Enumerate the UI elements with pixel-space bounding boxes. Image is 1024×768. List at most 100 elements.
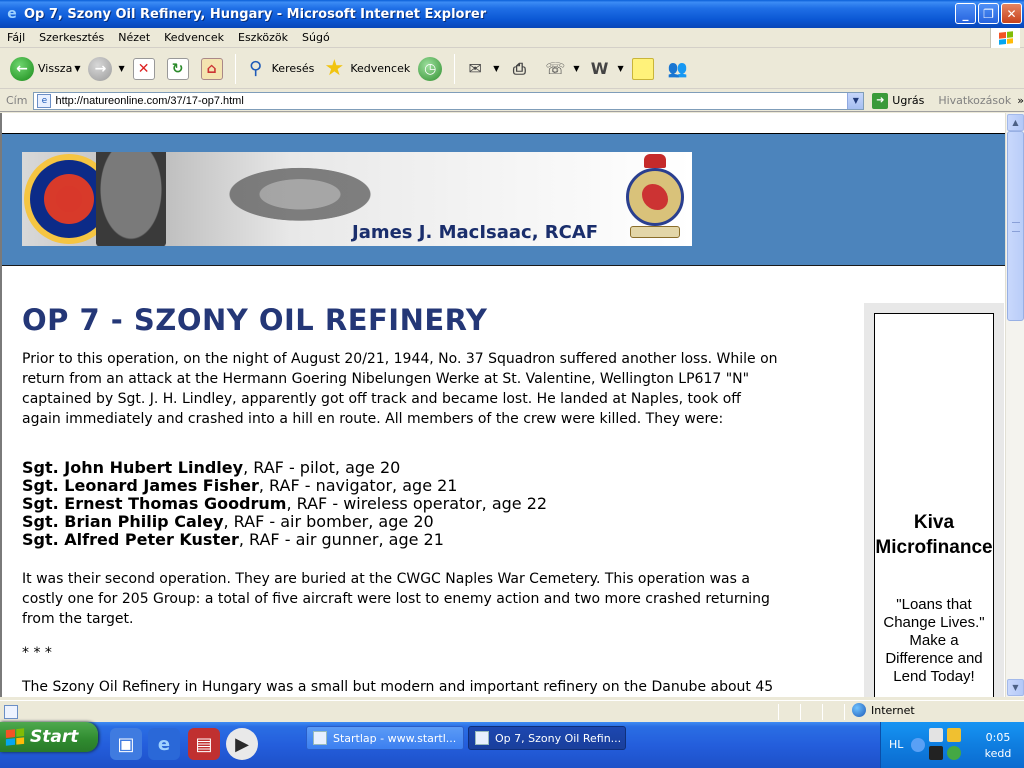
restore-button[interactable]: ❐ bbox=[978, 3, 999, 24]
address-input[interactable]: e http://natureonline.com/37/17-op7.html… bbox=[33, 91, 865, 110]
crew-member: Sgt. Alfred Peter Kuster, RAF - air gunn… bbox=[22, 531, 782, 549]
kiva-ad[interactable]: Kiva Microfinance "Loans that Change Liv… bbox=[874, 313, 994, 697]
history-button[interactable]: ◷ bbox=[414, 52, 450, 86]
status-separator bbox=[822, 704, 823, 720]
tray-sync-icon[interactable] bbox=[947, 746, 961, 760]
crew-name: Sgt. Alfred Peter Kuster bbox=[22, 530, 239, 549]
banner-band: James J. MacIsaac, RCAF bbox=[2, 134, 1005, 266]
messenger-icon: ☏ bbox=[545, 59, 566, 78]
menu-bar: Fájl Szerkesztés Nézet Kedvencek Eszközö… bbox=[0, 28, 1024, 48]
window-title-bar[interactable]: e Op 7, Szony Oil Refinery, Hungary - Mi… bbox=[0, 0, 1024, 28]
section-separator: * * * bbox=[22, 645, 52, 661]
mail-dropdown-icon[interactable]: ▼ bbox=[493, 64, 499, 73]
page-icon bbox=[475, 731, 489, 745]
edit-button[interactable]: W ▼ bbox=[584, 52, 628, 86]
crew-detail: , RAF - pilot, age 20 bbox=[243, 458, 401, 477]
favorites-button[interactable]: ★ Kedvencek bbox=[318, 52, 414, 86]
crew-name: Sgt. Ernest Thomas Goodrum bbox=[22, 494, 287, 513]
clock-time: 0:05 bbox=[985, 731, 1011, 744]
ad-text[interactable]: "Loans that Change Lives." Make a Differ… bbox=[877, 596, 991, 686]
back-button[interactable]: ← Vissza ▼ bbox=[6, 52, 84, 86]
tray-expand-icon[interactable] bbox=[911, 738, 925, 752]
forward-arrow-icon: → bbox=[88, 56, 113, 81]
menu-view[interactable]: Nézet bbox=[111, 31, 157, 44]
taskbar: Start ▣ e ▤ ▶ Startlap - www.startl... O… bbox=[0, 722, 1024, 768]
print-button[interactable]: ⎙ bbox=[503, 52, 539, 86]
scroll-thumb[interactable] bbox=[1007, 131, 1024, 321]
page-icon bbox=[313, 731, 327, 745]
crew-name: Sgt. Leonard James Fisher bbox=[22, 476, 259, 495]
standard-toolbar: ← Vissza ▼ → ▼ ✕ ↻ ⌂ ⚲ Keresés ★ Kedvenc… bbox=[0, 49, 1024, 89]
menu-tools[interactable]: Eszközök bbox=[231, 31, 295, 44]
network-icon[interactable] bbox=[929, 728, 943, 742]
windows-logo-icon bbox=[5, 728, 25, 746]
contacts-button[interactable]: 👥 bbox=[662, 52, 698, 86]
internet-explorer-icon[interactable]: e bbox=[148, 728, 180, 760]
crew-name: Sgt. John Hubert Lindley bbox=[22, 458, 244, 477]
start-button[interactable]: Start bbox=[0, 722, 98, 752]
links-label[interactable]: Hivatkozások bbox=[938, 94, 1011, 107]
search-button[interactable]: ⚲ Keresés bbox=[240, 52, 319, 86]
toolbar-separator bbox=[234, 53, 236, 84]
address-label: Cím bbox=[6, 94, 28, 107]
crew-detail: , RAF - air bomber, age 20 bbox=[223, 512, 434, 531]
address-bar: Cím e http://natureonline.com/37/17-op7.… bbox=[0, 90, 1024, 112]
mail-button[interactable]: ✉ ▼ bbox=[459, 52, 503, 86]
floppy-app-icon[interactable]: ▤ bbox=[188, 728, 220, 760]
media-player-icon[interactable]: ▶ bbox=[226, 728, 258, 760]
messenger-dropdown-icon[interactable]: ▼ bbox=[573, 64, 579, 73]
address-dropdown-icon[interactable]: ▼ bbox=[847, 92, 864, 109]
sticky-note-icon bbox=[631, 57, 654, 80]
crew-list: Sgt. John Hubert Lindley, RAF - pilot, a… bbox=[22, 459, 782, 549]
menu-file[interactable]: Fájl bbox=[0, 31, 32, 44]
language-indicator[interactable]: HL bbox=[889, 738, 903, 751]
word-edit-icon: W bbox=[590, 59, 609, 78]
start-label: Start bbox=[30, 727, 79, 747]
windows-logo-icon bbox=[990, 28, 1020, 48]
chevron-right-icon[interactable]: » bbox=[1017, 94, 1024, 107]
scroll-down-icon[interactable]: ▼ bbox=[1007, 679, 1024, 696]
stop-button[interactable]: ✕ bbox=[129, 52, 163, 86]
taskbar-item-op7[interactable]: Op 7, Szony Oil Refin... bbox=[468, 726, 626, 750]
crew-member: Sgt. John Hubert Lindley, RAF - pilot, a… bbox=[22, 459, 782, 477]
menu-edit[interactable]: Szerkesztés bbox=[32, 31, 111, 44]
tray-app-icon[interactable] bbox=[929, 746, 943, 760]
printer-icon: ⎙ bbox=[512, 58, 526, 78]
menu-help[interactable]: Súgó bbox=[295, 31, 337, 44]
header-banner-image: James J. MacIsaac, RCAF bbox=[22, 152, 692, 246]
security-alert-icon[interactable] bbox=[947, 728, 961, 742]
refresh-button[interactable]: ↻ bbox=[163, 52, 197, 86]
forward-button[interactable]: → ▼ bbox=[84, 52, 128, 86]
ad-title[interactable]: Kiva Microfinance bbox=[875, 510, 993, 560]
intro-paragraph: Prior to this operation, on the night of… bbox=[22, 351, 778, 427]
pilot-portrait bbox=[96, 152, 166, 246]
favorites-label: Kedvencek bbox=[350, 62, 411, 75]
status-separator bbox=[800, 704, 801, 720]
crew-detail: , RAF - navigator, age 21 bbox=[258, 476, 458, 495]
taskbar-item-startlap[interactable]: Startlap - www.startl... bbox=[306, 726, 464, 750]
ad-sidebar: Kiva Microfinance "Loans that Change Liv… bbox=[864, 303, 1004, 697]
address-url[interactable]: http://natureonline.com/37/17-op7.html bbox=[55, 95, 243, 107]
home-button[interactable]: ⌂ bbox=[197, 52, 231, 86]
menu-favorites[interactable]: Kedvencek bbox=[157, 31, 231, 44]
vertical-scrollbar[interactable]: ▲ ▼ bbox=[1005, 113, 1024, 697]
search-icon: ⚲ bbox=[249, 58, 263, 79]
close-button[interactable]: ✕ bbox=[1001, 3, 1022, 24]
go-button[interactable]: ➜ Ugrás bbox=[872, 92, 924, 109]
home-icon: ⌂ bbox=[200, 57, 223, 80]
crew-detail: , RAF - wireless operator, age 22 bbox=[286, 494, 548, 513]
minimize-button[interactable]: _ bbox=[955, 3, 976, 24]
window-title: Op 7, Szony Oil Refinery, Hungary - Micr… bbox=[24, 6, 487, 22]
second-paragraph: It was their second operation. They are … bbox=[22, 571, 770, 627]
show-desktop-icon[interactable]: ▣ bbox=[110, 728, 142, 760]
messenger-button[interactable]: ☏ ▼ bbox=[539, 52, 583, 86]
clock[interactable]: 0:05 kedd bbox=[977, 730, 1019, 762]
mail-icon: ✉ bbox=[468, 59, 482, 78]
edit-dropdown-icon[interactable]: ▼ bbox=[618, 64, 624, 73]
crew-member: Sgt. Leonard James Fisher, RAF - navigat… bbox=[22, 477, 782, 495]
back-dropdown-icon[interactable]: ▼ bbox=[74, 64, 80, 73]
scroll-up-icon[interactable]: ▲ bbox=[1007, 114, 1024, 131]
forward-dropdown-icon[interactable]: ▼ bbox=[118, 64, 124, 73]
search-label: Keresés bbox=[271, 62, 315, 75]
notes-button[interactable] bbox=[628, 52, 662, 86]
